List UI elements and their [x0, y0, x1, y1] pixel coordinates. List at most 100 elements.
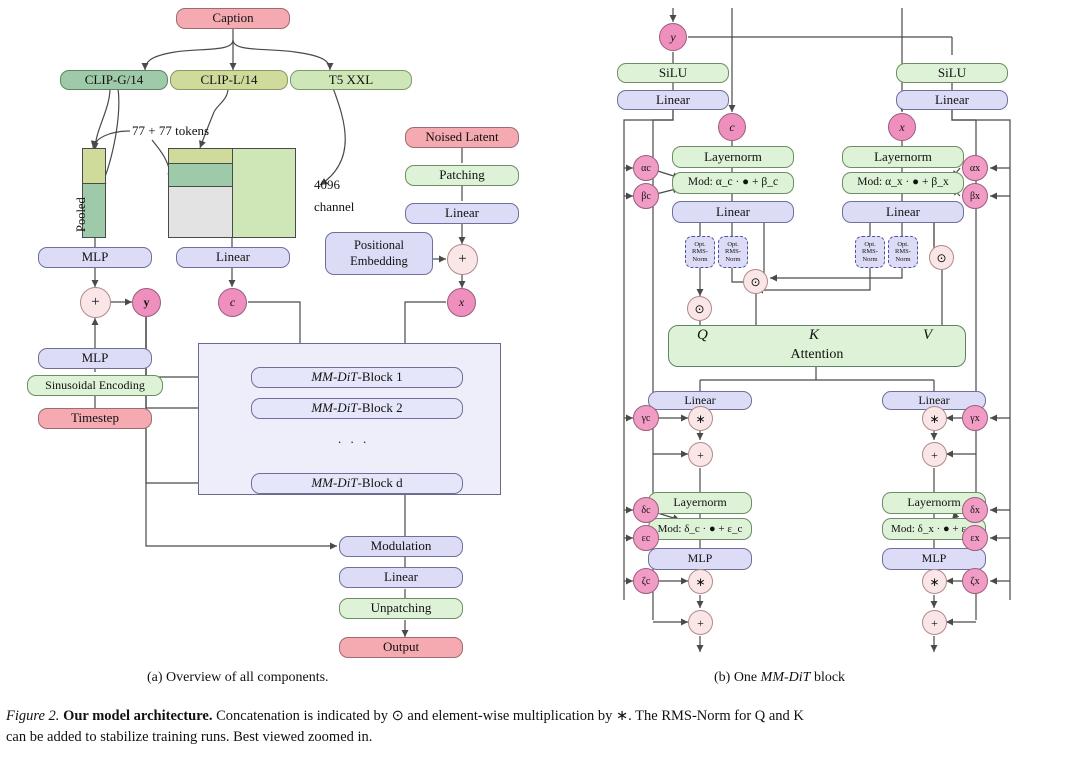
param-label: βx [969, 190, 981, 202]
opt-rms-norm-x-k: Opt. RMS- Norm [888, 236, 918, 268]
mmdit-block-1: MM-DiT -Block 1 [251, 367, 463, 388]
variable-c-label: c [729, 119, 735, 134]
variable-y-label: y [670, 29, 676, 44]
mult-symbol: ∗ [695, 411, 706, 426]
rms-line-2: RMS- [725, 248, 741, 256]
scale-circle-x-attn: ∗ [922, 406, 947, 431]
mmdit-block-2-rest: -Block 2 [357, 400, 403, 416]
mmdit-block-d-italic: MM-DiT [311, 475, 358, 491]
tokens-annotation: 77 + 77 tokens [132, 123, 210, 138]
param-delta-x: δx [962, 497, 988, 523]
plus-symbol: + [931, 615, 938, 630]
plus-symbol: + [91, 294, 100, 310]
concat-symbol: ⊙ [750, 274, 761, 289]
scale-circle-x-mlp: ∗ [922, 569, 947, 594]
opt-rms-norm-c-k: Opt. RMS- Norm [718, 236, 748, 268]
channel-annotation-line1: 4096 [314, 177, 340, 192]
subcaption-a: (a) Overview of all components. [147, 670, 329, 685]
mmdit-block-1-rest: -Block 1 [357, 369, 403, 385]
figure-caption: Figure 2. Our model architecture. Concat… [6, 706, 1072, 747]
scale-circle-c-attn: ∗ [688, 406, 713, 431]
residual-add-x-attn: + [922, 442, 947, 467]
positional-embedding-line1: Positional [353, 237, 404, 252]
latent-linear-box: Linear [405, 203, 519, 224]
layernorm-x-attn: Layernorm [842, 146, 964, 168]
attention-v-label: V [923, 327, 933, 343]
output-box: Output [339, 637, 463, 658]
param-label: δx [970, 504, 980, 516]
attention-q-label: Q [697, 327, 708, 343]
param-alpha-c: αc [633, 155, 659, 181]
param-delta-c: δc [633, 497, 659, 523]
residual-add-c-mlp: + [688, 610, 713, 635]
param-zeta-x: ζx [962, 568, 988, 594]
patching-box: Patching [405, 165, 519, 186]
pooled-label: Pooled [74, 197, 88, 232]
mmdit-block-2-italic: MM-DiT [311, 400, 358, 416]
scale-circle-c-mlp: ∗ [688, 569, 713, 594]
layernorm-c-attn: Layernorm [672, 146, 794, 168]
token-matrix-row-clipl [169, 149, 232, 164]
param-zeta-c: ζc [633, 568, 659, 594]
noised-latent-box: Noised Latent [405, 127, 519, 148]
opt-rms-norm-c-q: Opt. RMS- Norm [685, 236, 715, 268]
sinusoidal-encoding-box: Sinusoidal Encoding [27, 375, 163, 396]
rms-line-3: Norm [862, 255, 878, 263]
linear-left-top-box: Linear [617, 90, 729, 110]
rms-line-3: Norm [725, 255, 741, 263]
blocks-ellipsis: . . . [338, 431, 370, 446]
rms-line-2: RMS- [862, 248, 878, 256]
silu-left-box: SiLU [617, 63, 729, 83]
param-epsilon-c: εc [633, 525, 659, 551]
modulation-box: Modulation [339, 536, 463, 557]
figure-bold-title: Our model architecture. [63, 708, 213, 724]
concat-symbol: ⊙ [936, 250, 947, 265]
output-linear-box: Linear [339, 567, 463, 588]
param-label: γc [641, 412, 651, 424]
concat-circle-k: ⊙ [743, 269, 768, 294]
positional-embedding-line2: Embedding [350, 253, 408, 268]
param-label: βc [641, 190, 651, 202]
rms-line-1: Opt. [897, 241, 909, 249]
param-gamma-x: γx [962, 405, 988, 431]
mod-x-attn: Mod: α_x · ● + β_x [842, 172, 964, 194]
encoder-clip-l: CLIP-L/14 [170, 70, 288, 90]
encoder-t5-xxl: T5 XXL [290, 70, 412, 90]
positional-embedding-box: Positional Embedding [325, 232, 433, 275]
variable-c-label: c [229, 295, 236, 309]
channel-annotation-line2: channel [314, 199, 355, 214]
encoder-clip-g: CLIP-G/14 [60, 70, 168, 90]
timestep-box: Timestep [38, 408, 152, 429]
layernorm-c-mlp: Layernorm [648, 492, 752, 514]
param-label: αc [641, 162, 651, 174]
subcaption-b: (b) One MM-DiT block [714, 670, 845, 686]
token-matrix-row-clipg [169, 164, 232, 187]
param-beta-x: βx [962, 183, 988, 209]
rms-line-3: Norm [692, 255, 708, 263]
mod-c-attn: Mod: α_c · ● + β_c [672, 172, 794, 194]
variable-x-circle-b: x [888, 113, 916, 141]
unpatching-box: Unpatching [339, 598, 463, 619]
subcaption-b-suffix: block [810, 670, 846, 685]
concat-circle-q: ⊙ [687, 296, 712, 321]
plus-symbol: + [697, 615, 704, 630]
concat-circle-v: ⊙ [929, 245, 954, 270]
silu-right-box: SiLU [896, 63, 1008, 83]
cond-linear-box: Linear [176, 247, 290, 268]
variable-y-circle-b: y [659, 23, 687, 51]
rms-line-2: RMS- [692, 248, 708, 256]
mod-c-mlp: Mod: δ_c · ● + ε_c [648, 518, 752, 540]
text-time-add-circle: + [80, 287, 111, 318]
figure-number: Figure 2. [6, 708, 60, 724]
mmdit-block-1-italic: MM-DiT [311, 369, 358, 385]
variable-c-circle-b: c [718, 113, 746, 141]
time-mlp-box: MLP [38, 348, 152, 369]
param-label: δc [641, 504, 651, 516]
mlp-x-box: MLP [882, 548, 986, 570]
plus-symbol: + [458, 251, 467, 267]
figure-caption-line1: Concatenation is indicated by ⊙ and elem… [212, 708, 804, 724]
mmdit-block-d-rest: -Block d [357, 475, 403, 491]
opt-rms-norm-x-q: Opt. RMS- Norm [855, 236, 885, 268]
param-label: γx [970, 412, 980, 424]
param-beta-c: βc [633, 183, 659, 209]
